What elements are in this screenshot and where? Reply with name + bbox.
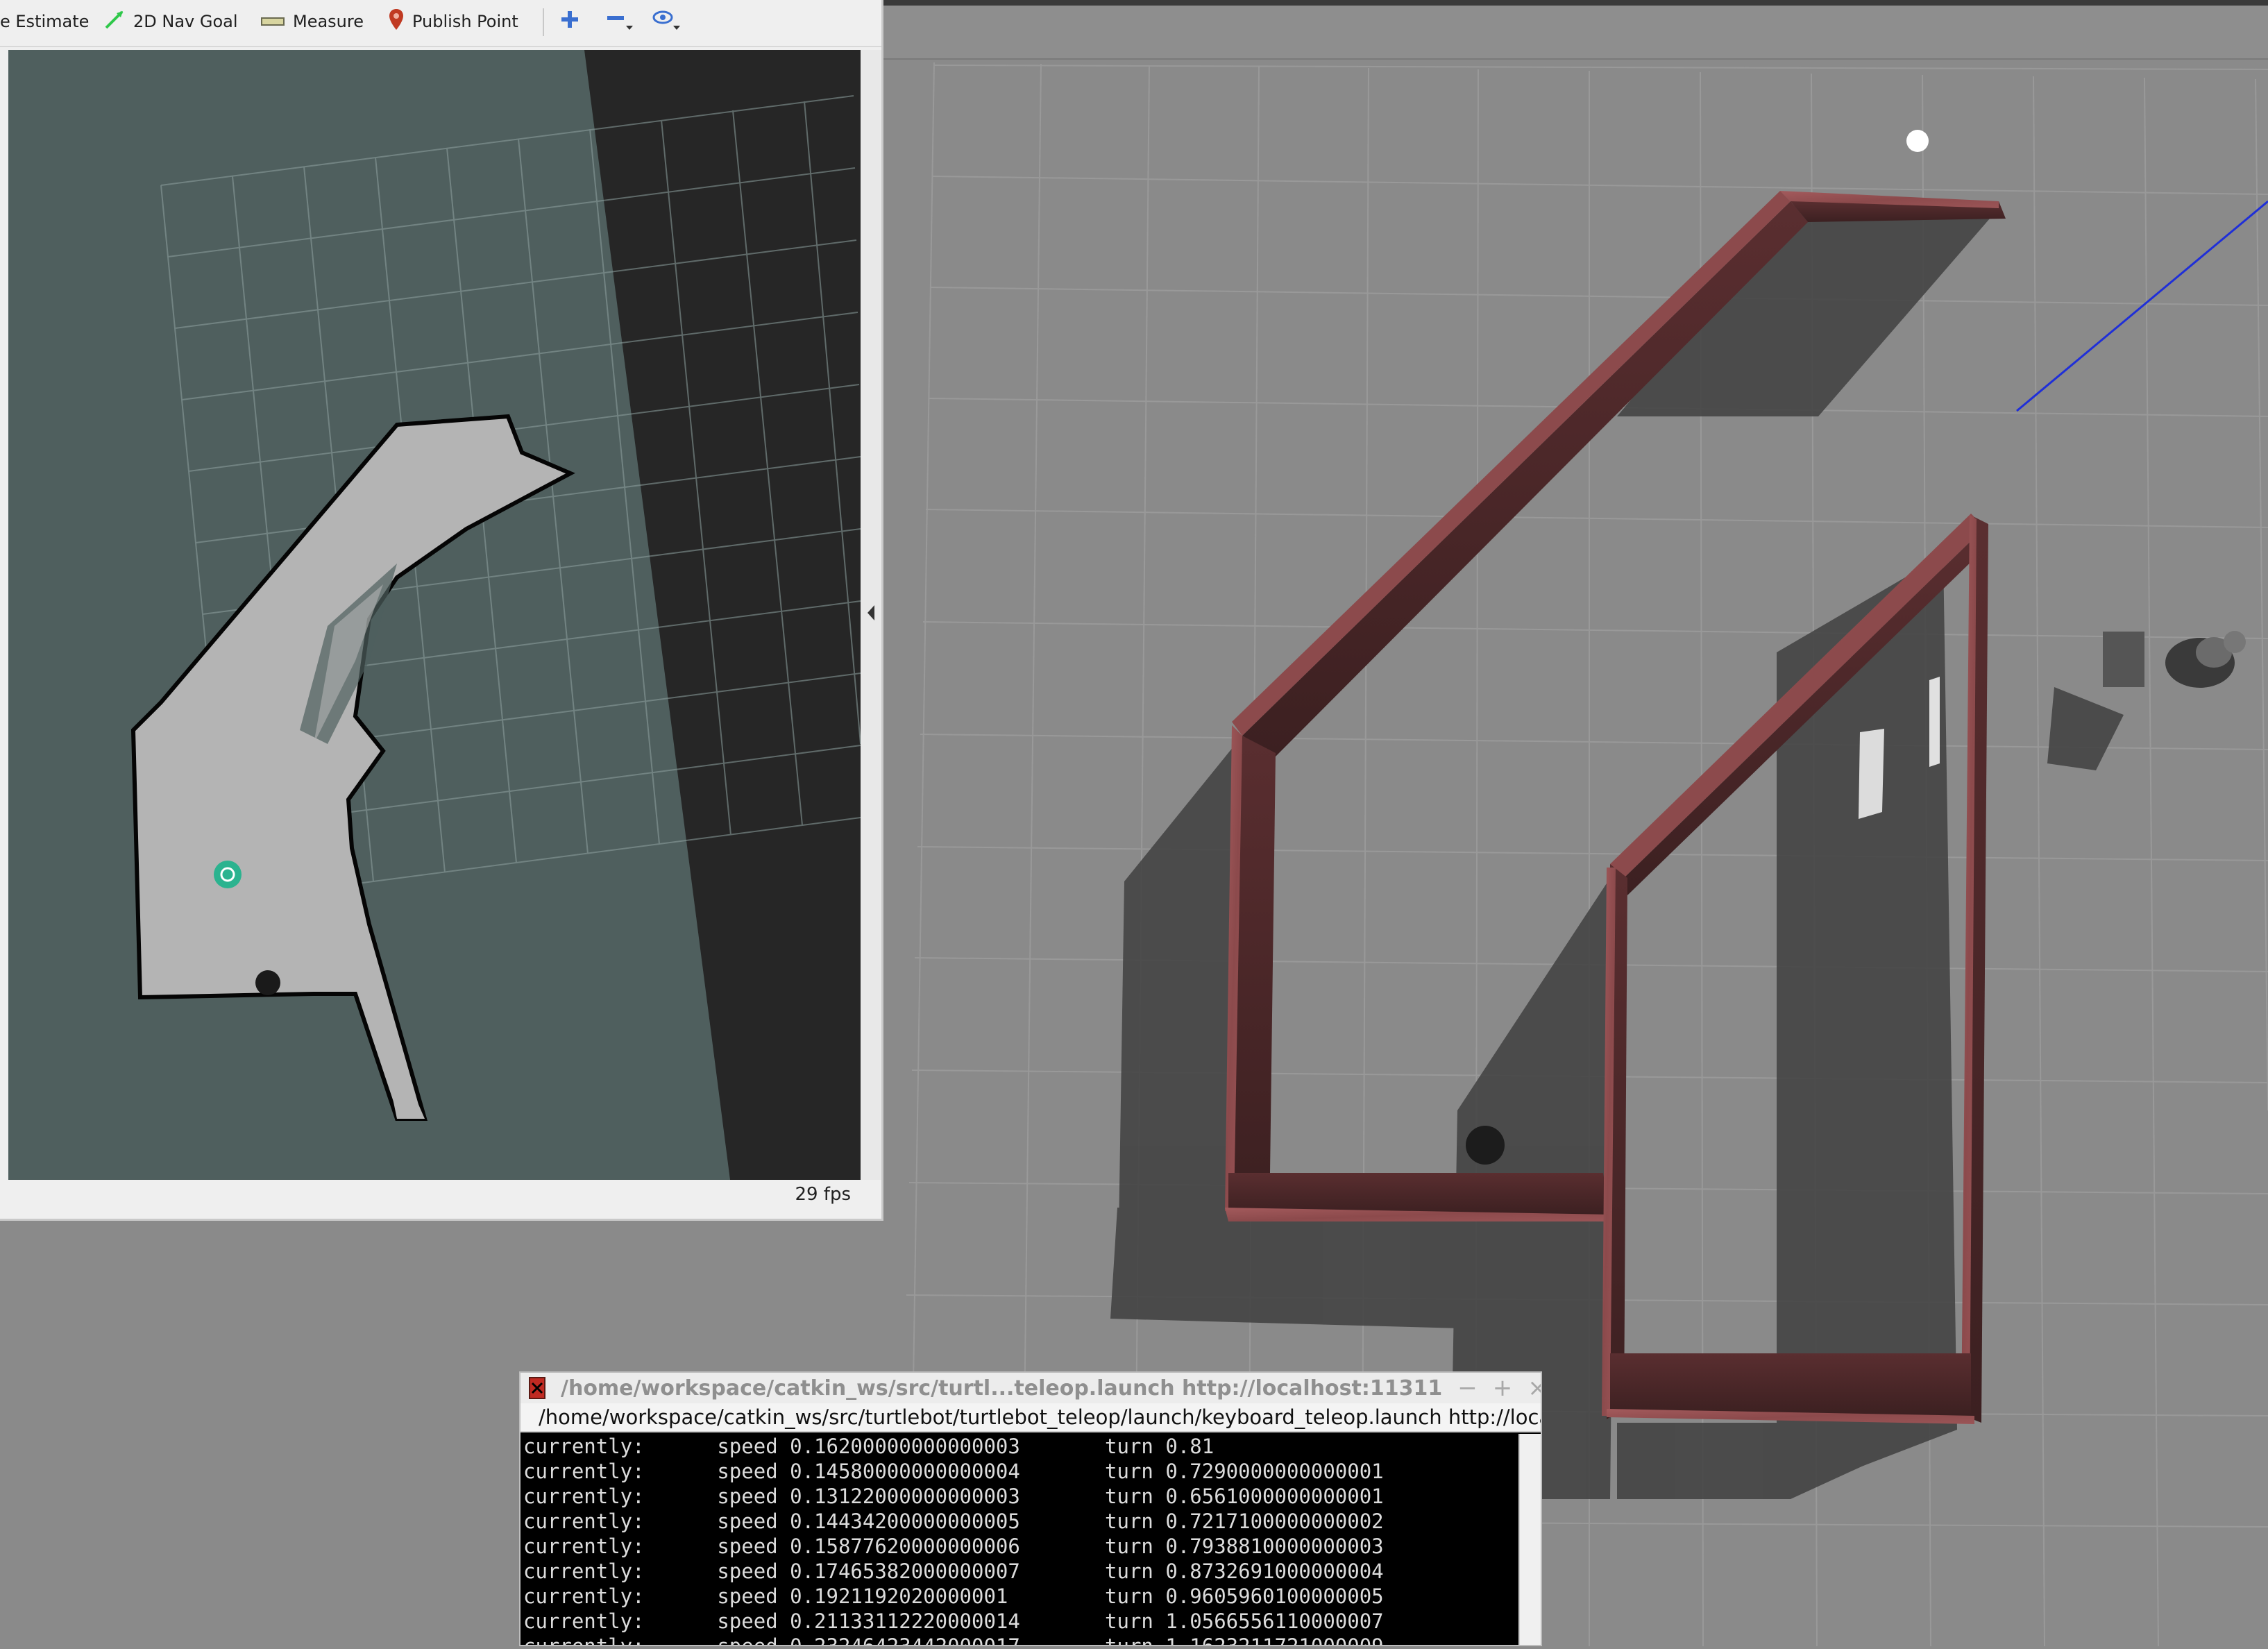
terminal-line: currently: speed 0.17465382000000007 tur… <box>523 1559 1384 1583</box>
white-sphere-object <box>1906 130 1929 152</box>
terminal-line: currently: speed 0.16200000000000003 tur… <box>523 1435 1215 1458</box>
terminal-line: currently: speed 0.15877620000000006 tur… <box>523 1534 1384 1558</box>
rviz-3d-viewport[interactable] <box>8 50 861 1180</box>
nav-goal-arrow-icon <box>104 9 125 34</box>
toolbar-separator <box>543 8 544 36</box>
terminal-scrollbar[interactable] <box>1518 1434 1541 1645</box>
terminal-line: currently: speed 0.23246423442000017 tur… <box>523 1634 1384 1646</box>
rviz-toolbar: e Estimate 2D Nav Goal Measure Publish P… <box>0 0 881 47</box>
collapse-arrow-icon <box>868 605 874 620</box>
terminal-tab[interactable]: /home/workspace/catkin_ws/src/turtlebot/… <box>521 1403 1541 1432</box>
occupancy-map-render <box>8 50 861 1180</box>
panel-splitter[interactable] <box>861 50 881 1180</box>
minus-icon <box>605 8 636 35</box>
terminal-line: currently: speed 0.1921192020000001 turn… <box>523 1584 1384 1608</box>
turtlebot-robot <box>1466 1126 1505 1165</box>
nav-goal-tool[interactable]: 2D Nav Goal <box>104 6 238 37</box>
eye-icon <box>652 8 683 35</box>
gazebo-top-border <box>881 0 2268 6</box>
add-tool-button[interactable] <box>559 6 580 37</box>
publish-point-label: Publish Point <box>412 12 518 31</box>
terminal-output[interactable]: currently: speed 0.16200000000000003 tur… <box>523 1434 1541 1646</box>
terminal-titlebar[interactable]: /home/workspace/catkin_ws/src/turtl...te… <box>521 1373 1541 1403</box>
measure-tool[interactable]: Measure <box>261 6 364 37</box>
terminal-title: /home/workspace/catkin_ws/src/turtl...te… <box>561 1376 1443 1401</box>
fps-counter: 29 fps <box>795 1184 851 1205</box>
rviz-status-bar: 29 fps <box>0 1181 881 1219</box>
rviz-window: e Estimate 2D Nav Goal Measure Publish P… <box>0 0 883 1221</box>
publish-point-tool[interactable]: Publish Point <box>389 6 518 37</box>
nav-goal-label: 2D Nav Goal <box>133 12 238 31</box>
pose-estimate-label: e Estimate <box>0 12 90 31</box>
terminal-window[interactable]: /home/workspace/catkin_ws/src/turtl...te… <box>519 1371 1542 1646</box>
terminal-line: currently: speed 0.14580000000000004 tur… <box>523 1460 1384 1483</box>
remove-tool-button[interactable] <box>605 6 636 37</box>
terminal-tab-label: /home/workspace/catkin_ws/src/turtlebot/… <box>539 1405 1541 1429</box>
pose-estimate-tool[interactable]: e Estimate <box>0 6 89 37</box>
terminal-line: currently: speed 0.14434200000000005 tur… <box>523 1510 1384 1533</box>
gazebo-horizon-band <box>881 6 2268 60</box>
maximize-button[interactable]: + <box>1493 1374 1513 1402</box>
close-button[interactable]: × <box>1527 1374 1541 1402</box>
minimize-button[interactable]: − <box>1457 1374 1478 1402</box>
map-pin-icon <box>389 8 404 35</box>
terminal-app-icon <box>529 1377 545 1399</box>
plus-icon <box>559 9 580 34</box>
ruler-icon <box>261 12 285 31</box>
measure-label: Measure <box>293 12 364 31</box>
view-options-button[interactable] <box>652 6 683 37</box>
terminal-line: currently: speed 0.13122000000000003 tur… <box>523 1485 1384 1508</box>
robot-base <box>255 970 280 995</box>
terminal-line: currently: speed 0.21133112220000014 tur… <box>523 1609 1384 1633</box>
robot-marker-icon <box>214 861 242 888</box>
